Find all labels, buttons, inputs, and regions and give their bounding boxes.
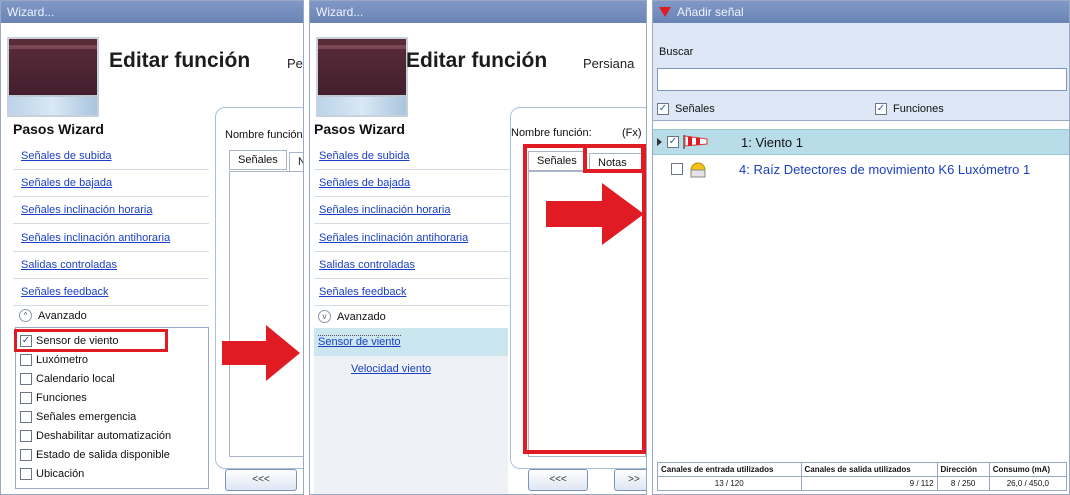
option-wind-sensor[interactable]: ✓ Sensor de viento bbox=[14, 329, 168, 352]
option-location[interactable]: Ubicación bbox=[16, 464, 208, 483]
header: Editar función Pe bbox=[1, 23, 303, 117]
usage-stats: Canales de entrada utilizados Canales de… bbox=[657, 462, 1068, 491]
steps-title: Pasos Wizard bbox=[13, 121, 104, 137]
arrow-right-icon bbox=[222, 325, 300, 381]
step-link[interactable]: Señales inclinación antihoraria bbox=[319, 232, 468, 244]
function-name: Persiana bbox=[583, 56, 635, 71]
option-disable-automation[interactable]: Deshabilitar automatización bbox=[16, 426, 208, 445]
arrow-right-icon bbox=[546, 183, 644, 245]
next-button[interactable]: >> bbox=[614, 469, 646, 491]
tab-signals[interactable]: Señales bbox=[229, 150, 287, 170]
tab-notes[interactable]: N bbox=[289, 152, 303, 172]
step-link[interactable]: Señales inclinación horaria bbox=[21, 204, 152, 216]
option-luxometer[interactable]: Luxómetro bbox=[16, 350, 208, 369]
checkbox[interactable] bbox=[20, 448, 32, 461]
option-local-calendar[interactable]: Calendario local bbox=[16, 369, 208, 388]
step-link[interactable]: Señales inclinación antihoraria bbox=[21, 232, 170, 244]
signal-list: ✓ 1: Viento 1 4: Raíz Detectores de movi… bbox=[653, 120, 1069, 460]
step-link[interactable]: Señales feedback bbox=[21, 286, 108, 298]
advanced-toggle[interactable]: ^ Avanzado bbox=[19, 309, 87, 322]
wind-sensor-link[interactable]: Sensor de viento bbox=[318, 335, 401, 348]
window-title: Wizard... bbox=[310, 1, 646, 23]
list-item[interactable]: 4: Raíz Detectores de movimiento K6 Luxó… bbox=[653, 156, 1069, 182]
steps-title: Pasos Wizard bbox=[314, 121, 405, 137]
advanced-label: Avanzado bbox=[337, 310, 386, 323]
step-link[interactable]: Señales inclinación horaria bbox=[319, 204, 450, 216]
wind-sock-icon bbox=[683, 135, 708, 149]
sub-side-list bbox=[314, 356, 508, 494]
wizard-panel-2: Wizard... Editar función Persiana Pasos … bbox=[309, 0, 647, 495]
step-link[interactable]: Señales de subida bbox=[319, 150, 410, 162]
search-label: Buscar bbox=[659, 46, 694, 58]
prev-button[interactable]: <<< bbox=[528, 469, 588, 491]
chevron-up-icon: ^ bbox=[19, 309, 32, 322]
list-item[interactable]: ✓ 1: Viento 1 bbox=[653, 129, 1069, 155]
advanced-label: Avanzado bbox=[38, 309, 87, 322]
blind-thumbnail bbox=[7, 37, 99, 117]
advanced-options: ✓ Sensor de viento Luxómetro Calendario l… bbox=[14, 327, 209, 489]
step-link[interactable]: Señales de bajada bbox=[21, 177, 112, 189]
checkbox[interactable] bbox=[20, 410, 32, 423]
expand-icon[interactable] bbox=[657, 138, 662, 146]
checkbox[interactable]: ✓ bbox=[875, 103, 887, 115]
chevron-down-icon: v bbox=[318, 310, 331, 323]
name-label: Nombre función bbox=[225, 129, 303, 141]
name-label: Nombre función: bbox=[511, 127, 592, 139]
sub-selected[interactable]: Sensor de viento bbox=[314, 328, 508, 356]
window-title: Wizard... bbox=[1, 1, 303, 23]
function-name: Pe bbox=[287, 56, 303, 71]
option-output-state[interactable]: Estado de salida disponible bbox=[16, 445, 208, 464]
wind-speed-link[interactable]: Velocidad viento bbox=[351, 363, 431, 375]
edit-title: Editar función bbox=[109, 49, 251, 72]
dropdown-triangle-icon bbox=[659, 7, 671, 17]
step-link[interactable]: Señales feedback bbox=[319, 286, 406, 298]
edit-title: Editar función bbox=[406, 49, 548, 72]
checkbox[interactable] bbox=[20, 467, 32, 480]
checkbox[interactable]: ✓ bbox=[657, 103, 669, 115]
step-link[interactable]: Salidas controladas bbox=[21, 259, 117, 271]
filter-signals[interactable]: ✓ Señales bbox=[657, 103, 715, 115]
add-signal-panel: Añadir señal Buscar ✓ Señales ✓ Funciones … bbox=[652, 0, 1070, 495]
option-emergency[interactable]: Señales emergencia bbox=[16, 407, 208, 426]
step-link[interactable]: Señales de subida bbox=[21, 150, 112, 162]
checkbox[interactable]: ✓ bbox=[20, 334, 32, 347]
step-link[interactable]: Salidas controladas bbox=[319, 259, 415, 271]
tab-body bbox=[229, 171, 303, 457]
signal-label: 4: Raíz Detectores de movimiento K6 Luxó… bbox=[739, 161, 1031, 177]
checkbox[interactable] bbox=[20, 391, 32, 404]
lux-sensor-icon bbox=[690, 162, 706, 178]
window-title: Añadir señal bbox=[653, 1, 1069, 23]
header: Editar función Persiana bbox=[310, 23, 646, 117]
checkbox[interactable] bbox=[20, 353, 32, 366]
filter-functions[interactable]: ✓ Funciones bbox=[875, 103, 944, 115]
name-value: (Fx) bbox=[622, 127, 642, 139]
checkbox[interactable] bbox=[20, 372, 32, 385]
prev-button[interactable]: <<< bbox=[225, 469, 297, 491]
advanced-toggle[interactable]: v Avanzado bbox=[318, 310, 386, 323]
checkbox[interactable] bbox=[20, 429, 32, 442]
option-functions[interactable]: Funciones bbox=[16, 388, 208, 407]
blind-thumbnail bbox=[316, 37, 408, 117]
search-input[interactable] bbox=[657, 68, 1067, 91]
step-link[interactable]: Señales de bajada bbox=[319, 177, 410, 189]
checkbox[interactable] bbox=[671, 163, 683, 175]
wizard-panel-1: Wizard... Editar función Pe Pasos Wizard… bbox=[0, 0, 304, 495]
signal-label: 1: Viento 1 bbox=[741, 134, 803, 150]
checkbox[interactable]: ✓ bbox=[667, 136, 679, 148]
